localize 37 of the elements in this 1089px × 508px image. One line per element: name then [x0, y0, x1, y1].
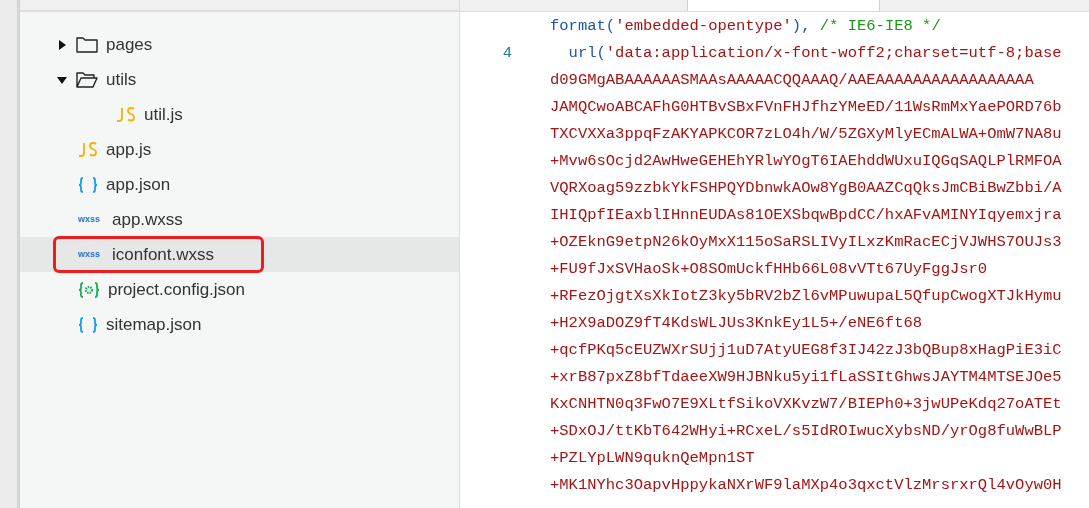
code-line: VQRXoag59zzbkYkFSHPQYDbnwkAOw8YgB0AAZCqQksJmCBiBwZbbi/A	[550, 177, 1062, 199]
file-tree-item[interactable]: app.js	[56, 134, 160, 165]
code-line: JAMQCwoABCAFhG0HTBvSBxFVnFHJfhzYMeED/11WsRmMxYaePORD76b	[550, 96, 1062, 118]
open-folder-icon	[76, 70, 98, 89]
wxss-file-icon: wxss	[78, 250, 104, 259]
code-line: KxCNHTN0q3FwO7E9XLtfSikoVXKvzW7/BIEPh0+3jwUPeKdq27oATEt	[550, 393, 1062, 415]
code-line: +xrB87pxZ8bfTdaeeXW9HJBNku5yi1fLaSSItGhwsJAYTM4MTSEJOe5	[550, 366, 1062, 388]
code-line: d09GMgABAAAAAASMAAsAAAAACQQAAAQ/AAEAAAAAAAAAAAAAAAAA	[550, 69, 1034, 91]
caret-right-icon[interactable]	[56, 38, 68, 51]
code-line: +SDxOJ/ttKbT642WHyi+RCxeL/s5IdROIwucXybsND/yrOg8fuWwBLP	[550, 420, 1062, 442]
file-tree-item[interactable]: pages	[56, 29, 161, 60]
braces-icon	[78, 316, 98, 333]
code-line: +H2X9aDOZ9fT4KdsWLJUs3KnkEy1L5+/eNE6ft68	[550, 312, 923, 334]
code-line: +Mvw6sOcjd2AwHweGEHEhYRlwYOgT6IAEhddWUxuIQGqSAQLPlRMFOA	[550, 150, 1062, 172]
file-tree-item[interactable]: util.js	[94, 99, 191, 130]
file-tree-item[interactable]: project.config.json	[56, 274, 254, 305]
gear-braces-icon	[78, 281, 100, 298]
code-line: +MK1NYhc3OapvHppykaNXrWF9laMXp4o3qxctVlzMrsrxrQl4vOyw0H	[550, 474, 1062, 496]
file-tree-item[interactable]: utils	[56, 64, 145, 95]
folder-icon	[76, 35, 98, 54]
code-line: format('embedded-opentype'), /* IE6-IE8 */	[550, 15, 941, 37]
file-tree-item[interactable]: app.json	[56, 169, 179, 200]
code-line: +qcfPKq5cEUZWXrSUjj1uD7AtyUEG8f3IJ42zJ3bQBup8xHagPiE3iC	[550, 339, 1062, 361]
js-file-icon	[116, 106, 136, 123]
braces-icon	[78, 176, 98, 193]
line-number: 4	[502, 42, 512, 64]
code-line: TXCVXXa3ppqFzAKYAPKCOR7zLO4h/W/5ZGXyMlyECmALWA+OmW7NA8u	[550, 123, 1062, 145]
js-file-icon	[78, 141, 98, 158]
file-tree-item[interactable]: sitemap.json	[56, 309, 210, 340]
code-line: url('data:application/x-font-woff2;charset=utf-8;base	[567, 42, 1062, 64]
code-line: +PZLYpLWN9quknQeMpn1ST	[550, 447, 755, 469]
code-line: IHIQpfIEaxblIHnnEUDAs81OEXSbqwBpdCC/hxAFvAMINYIqyemxjra	[550, 204, 1062, 226]
code-line: +OZEknG9etpN26kOyMxX115oSaRSLIVyILxzKmRacECjVJWHS7OUJs3	[550, 231, 1062, 253]
code-line: +RFezOjgtXsXkIotZ3ky5bRV2bZl6vMPuwupaL5QfupCwogXTJkHymu	[550, 285, 1062, 307]
file-tree-item[interactable]: wxss app.wxss	[56, 204, 191, 235]
code-line: +FU9fJxSVHaoSk+O8SOmUckfHHb66L08vVTt67UyFggJsr0	[550, 258, 988, 280]
wxss-file-icon: wxss	[78, 215, 104, 224]
